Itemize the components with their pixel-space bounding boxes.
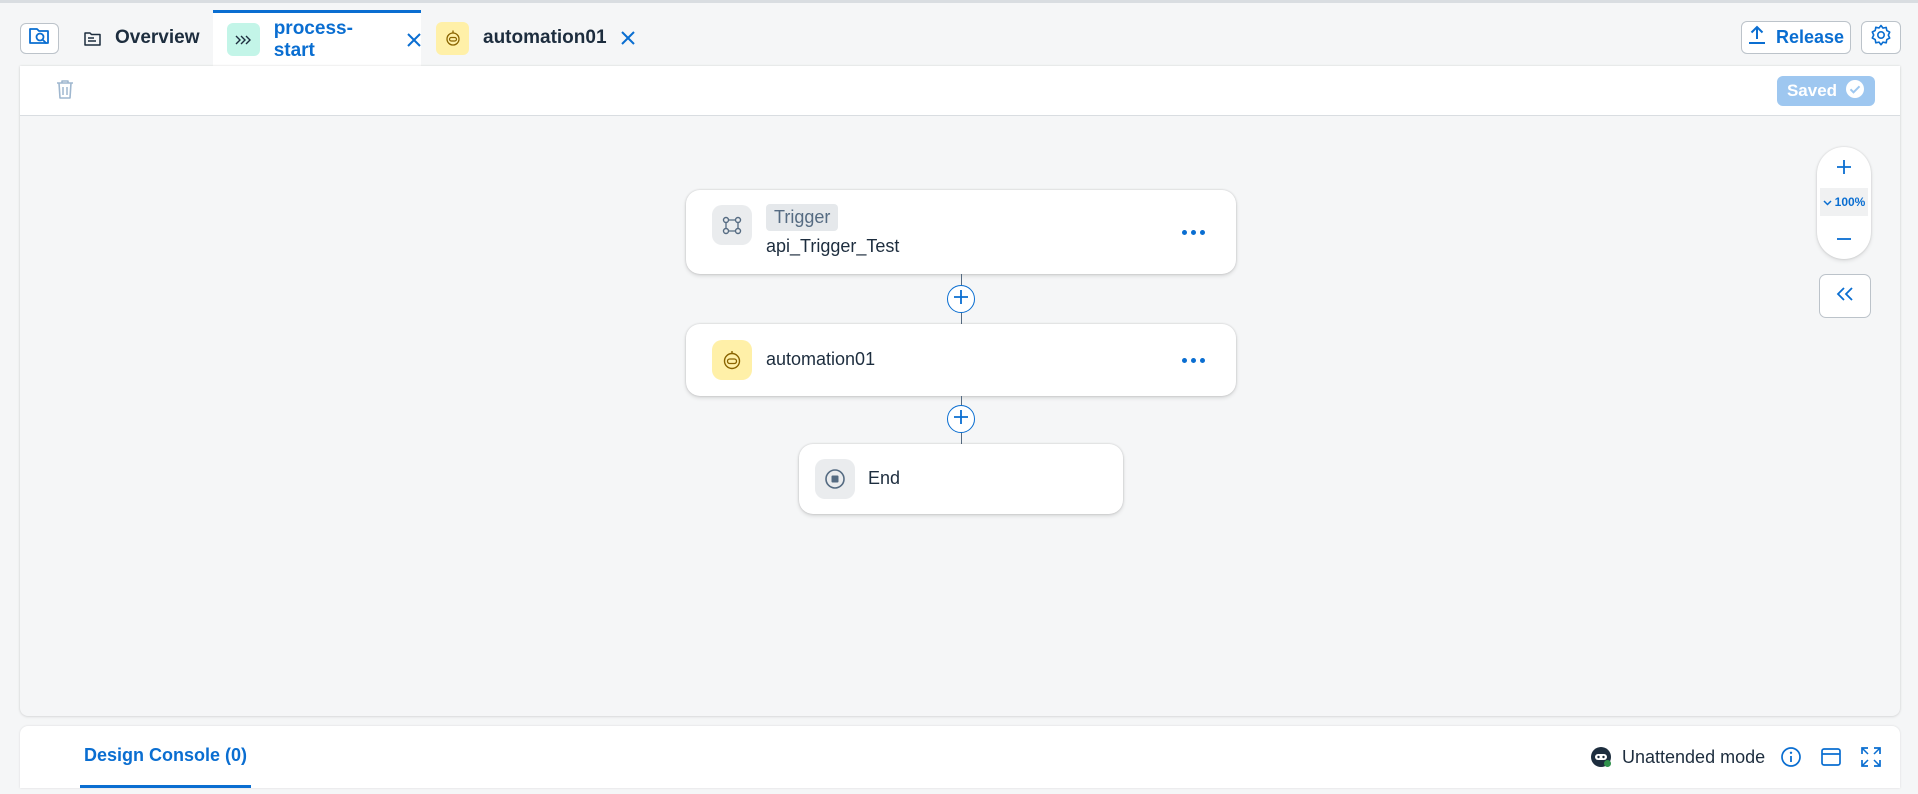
robot-icon xyxy=(1590,746,1612,768)
tab-overview-label: Overview xyxy=(115,27,200,48)
tab-overview[interactable]: Overview xyxy=(84,10,200,66)
close-icon[interactable] xyxy=(407,32,421,47)
search-button[interactable] xyxy=(20,23,59,54)
panel-icon[interactable] xyxy=(1817,743,1845,771)
check-icon xyxy=(1845,79,1865,104)
trash-icon xyxy=(56,79,74,105)
tab-process-label: process-start xyxy=(273,17,353,61)
upload-icon xyxy=(1748,25,1766,50)
zoom-out-button[interactable] xyxy=(1817,221,1871,253)
zoom-level-value: 100% xyxy=(1834,195,1866,209)
automation-node[interactable]: automation01 xyxy=(686,324,1236,396)
add-step-button[interactable] xyxy=(947,405,975,433)
close-icon[interactable] xyxy=(620,31,635,45)
unattended-mode-label: Unattended mode xyxy=(1622,746,1766,767)
design-console-bar: Design Console (0) Unattended mode xyxy=(20,726,1900,788)
tab-process-start[interactable]: process-start xyxy=(213,10,421,66)
settings-button[interactable] xyxy=(1861,21,1901,54)
more-icon[interactable] xyxy=(1178,222,1208,242)
zoom-level-menu[interactable]: 100% xyxy=(1820,188,1868,216)
zoom-controls: 100% xyxy=(1817,147,1871,259)
add-icon xyxy=(953,289,969,310)
plus-icon xyxy=(1836,159,1852,180)
release-button[interactable]: Release xyxy=(1741,21,1851,54)
robot-icon xyxy=(712,340,752,380)
search-icon xyxy=(28,26,52,51)
info-icon[interactable] xyxy=(1777,743,1805,771)
tab-bar: Overview process-start automation01 Rele… xyxy=(0,10,1918,66)
zoom-in-button[interactable] xyxy=(1817,153,1871,185)
api-icon xyxy=(712,205,752,245)
release-label: Release xyxy=(1775,27,1845,47)
double-chevron-left-icon xyxy=(1836,286,1854,306)
editor-toolbar: Saved xyxy=(20,66,1900,116)
gear-icon xyxy=(1870,24,1892,51)
overview-icon xyxy=(84,31,101,46)
top-divider xyxy=(0,0,1918,3)
trigger-name: api_Trigger_Test xyxy=(766,236,900,256)
end-node[interactable]: End xyxy=(799,444,1123,514)
tab-design-console[interactable]: Design Console (0) xyxy=(80,726,252,788)
trigger-type-chip: Trigger xyxy=(766,204,839,231)
add-icon xyxy=(953,409,969,430)
fullscreen-icon[interactable] xyxy=(1857,743,1885,771)
chevron-down-icon xyxy=(1823,195,1832,209)
saved-label: Saved xyxy=(1786,81,1838,100)
minus-icon xyxy=(1836,228,1852,246)
add-step-button[interactable] xyxy=(947,285,975,313)
trigger-node[interactable]: Trigger api_Trigger_Test xyxy=(686,190,1236,274)
delete-button[interactable] xyxy=(54,80,76,104)
automation-name: automation01 xyxy=(766,349,876,369)
process-icon xyxy=(227,23,260,56)
tab-automation01[interactable]: automation01 xyxy=(436,10,635,66)
more-icon[interactable] xyxy=(1178,350,1208,370)
saved-status-badge: Saved xyxy=(1777,76,1875,106)
process-editor: Saved Trigger api_Trigger_Test automatio… xyxy=(20,66,1900,716)
tab-automation-label: automation01 xyxy=(483,27,607,48)
console-actions: Unattended mode xyxy=(1590,726,1885,788)
collapse-panel-button[interactable] xyxy=(1819,274,1871,318)
stop-icon xyxy=(815,459,855,499)
robot-icon xyxy=(436,21,469,55)
end-label: End xyxy=(868,468,901,488)
